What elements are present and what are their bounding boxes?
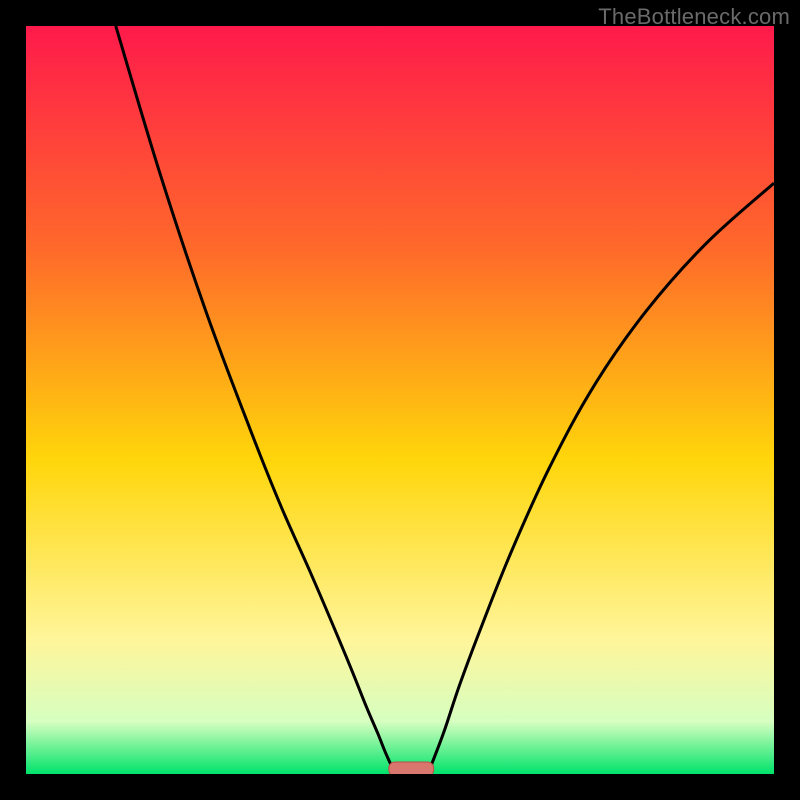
chart-svg — [26, 26, 774, 774]
chart-frame: TheBottleneck.com — [0, 0, 800, 800]
gradient-background — [26, 26, 774, 774]
bottleneck-marker — [389, 762, 434, 774]
plot-area — [26, 26, 774, 774]
